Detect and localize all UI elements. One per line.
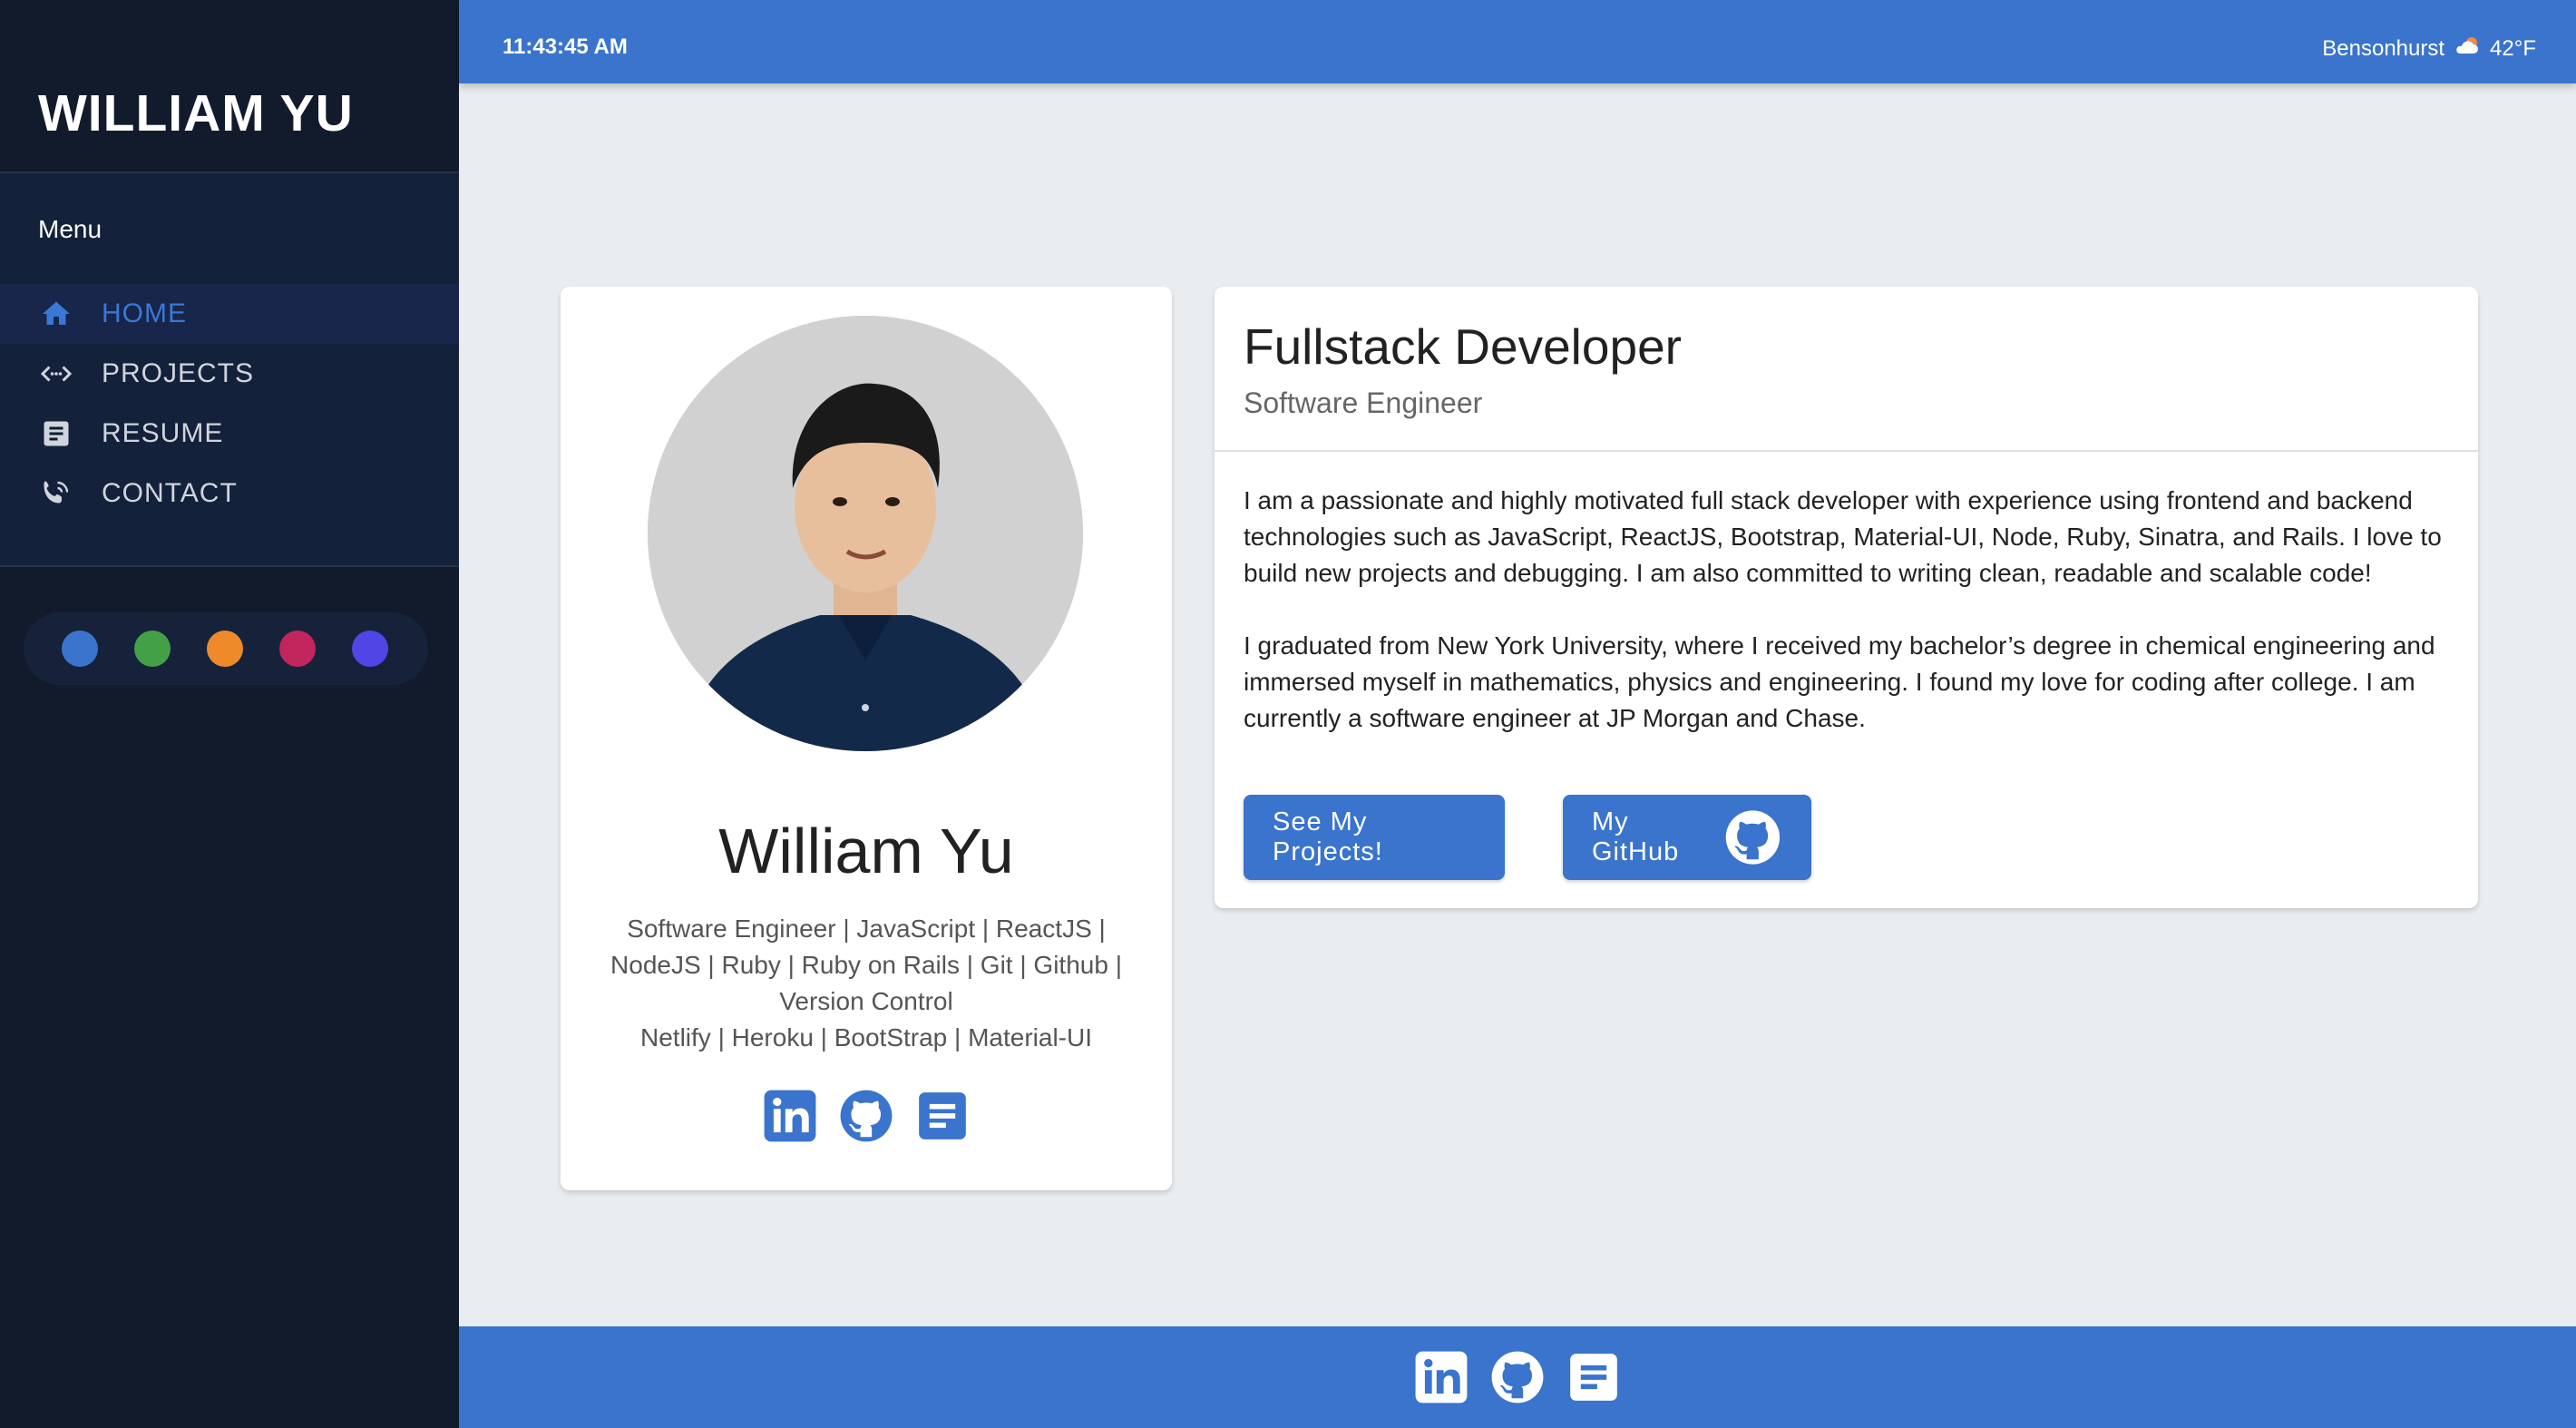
about-body: I am a passionate and highly motivated f… [1215, 452, 2478, 737]
see-projects-button[interactable]: See My Projects! [1244, 795, 1505, 880]
theme-swatch-blue[interactable] [62, 631, 98, 667]
skills-line: Netlify | Heroku | BootStrap | Material-… [640, 1023, 1092, 1051]
resume-icon[interactable] [1564, 1347, 1624, 1407]
sidebar-nav: HOME PROJECTS RESUME CONTACT [0, 284, 459, 565]
weather-location: Bensonhurst [2322, 35, 2445, 61]
profile-name: William Yu [718, 816, 1014, 886]
sidebar-item-home[interactable]: HOME [0, 284, 459, 344]
sidebar-item-contact[interactable]: CONTACT [0, 464, 459, 523]
about-subtitle: Software Engineer [1244, 386, 1483, 419]
skills-line: Version Control [779, 987, 953, 1015]
brand-title[interactable]: WILLIAM YU [38, 84, 354, 142]
profile-social-links [561, 1085, 1172, 1147]
brand: WILLIAM YU [0, 0, 459, 173]
about-card: Fullstack Developer Software Engineer I … [1215, 287, 2478, 908]
about-title: Fullstack Developer [1244, 318, 1682, 375]
github-button-label: My GitHub [1592, 807, 1680, 866]
theme-swatch-purple[interactable] [352, 631, 388, 667]
sidebar: WILLIAM YU Menu HOME PROJECTS RESUME CON… [0, 0, 459, 1428]
resume-icon[interactable] [912, 1085, 973, 1147]
home-icon [38, 296, 74, 332]
sidebar-item-label: HOME [102, 298, 187, 328]
sidebar-item-label: CONTACT [102, 478, 238, 508]
sidebar-item-label: PROJECTS [102, 358, 255, 388]
sidebar-item-resume[interactable]: RESUME [0, 404, 459, 464]
theme-swatch-pink[interactable] [279, 631, 316, 667]
linkedin-icon[interactable] [1411, 1347, 1471, 1407]
about-header: Fullstack Developer Software Engineer [1215, 287, 2478, 452]
clock: 11:43:45 AM [503, 34, 628, 59]
footer [459, 1326, 2576, 1428]
contact-icon [38, 475, 74, 512]
sidebar-item-label: RESUME [102, 418, 224, 448]
linkedin-icon[interactable] [759, 1085, 821, 1147]
github-icon[interactable] [1488, 1347, 1547, 1407]
github-icon[interactable] [835, 1085, 897, 1147]
theme-swatch-green[interactable] [134, 631, 171, 667]
theme-color-picker [24, 612, 428, 685]
code-icon [38, 356, 74, 392]
menu-title: Menu [38, 215, 102, 243]
github-icon [1725, 810, 1781, 865]
theme-swatch-orange[interactable] [207, 631, 243, 667]
about-paragraph: I am a passionate and highly motivated f… [1244, 486, 2442, 587]
avatar [648, 316, 1083, 751]
document-icon [38, 416, 74, 452]
about-paragraph: I graduated from New York University, wh… [1244, 631, 2435, 732]
profile-card: William Yu Software Engineer | JavaScrip… [561, 287, 1172, 1190]
weather-temperature: 42°F [2490, 35, 2536, 61]
top-bar: 11:43:45 AM Bensonhurst 42°F [459, 0, 2576, 83]
sidebar-item-projects[interactable]: PROJECTS [0, 344, 459, 404]
cloud-sun-icon [2452, 34, 2483, 63]
weather-widget: Bensonhurst 42°F [2322, 34, 2536, 63]
menu-block: Menu HOME PROJECTS RESUME CONTACT [0, 173, 459, 567]
skills-line: Software Engineer | JavaScript | ReactJS… [627, 915, 1106, 943]
github-button[interactable]: My GitHub [1563, 795, 1811, 880]
skills-line: NodeJS | Ruby | Ruby on Rails | Git | Gi… [610, 951, 1122, 979]
see-projects-label: See My Projects! [1273, 807, 1383, 866]
skills-list: Software Engineer | JavaScript | ReactJS… [588, 911, 1145, 1056]
